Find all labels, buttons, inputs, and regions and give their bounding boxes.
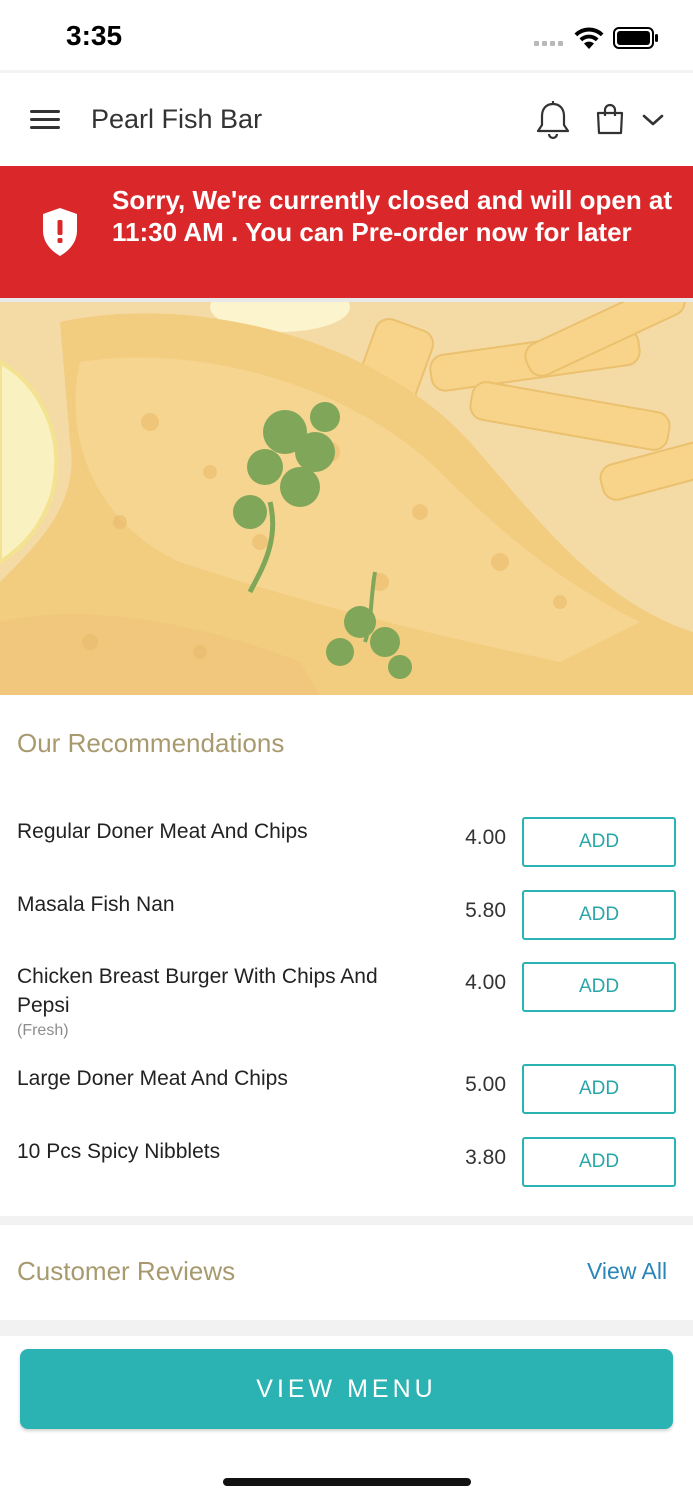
home-indicator: [223, 1478, 471, 1486]
section-title-recommendations: Our Recommendations: [17, 728, 285, 758]
status-bar: 3:35: [0, 0, 693, 70]
item-price: 5.00: [465, 1073, 506, 1096]
shopping-bag-icon[interactable]: [594, 102, 626, 136]
item-price: 4.00: [465, 971, 506, 994]
add-button[interactable]: ADD: [522, 962, 676, 1012]
add-button[interactable]: ADD: [522, 1137, 676, 1187]
add-button[interactable]: ADD: [522, 1064, 676, 1114]
section-divider: [0, 1320, 693, 1336]
shield-alert-icon: [43, 208, 77, 256]
item-name: Chicken Breast Burger With Chips And Pep…: [17, 962, 427, 1042]
view-menu-button[interactable]: VIEW MENU: [20, 1349, 673, 1429]
item-name: 10 Pcs Spicy Nibblets: [17, 1140, 221, 1163]
item-price: 5.80: [465, 899, 506, 922]
hero-food-image: [0, 302, 693, 695]
bell-icon[interactable]: [535, 100, 571, 140]
item-note: (Fresh): [17, 1022, 69, 1039]
cellular-signal-icon: [534, 41, 563, 46]
chevron-down-icon[interactable]: [640, 109, 666, 131]
view-all-reviews-link[interactable]: View All: [587, 1258, 667, 1285]
item-price: 4.00: [465, 826, 506, 849]
wifi-icon: [574, 27, 604, 49]
item-name: Large Doner Meat And Chips: [17, 1067, 288, 1090]
item-name-text: Chicken Breast Burger With Chips And Pep…: [17, 965, 378, 1017]
app-header: Pearl Fish Bar: [0, 73, 693, 166]
app-screen: 3:35 Pearl Fish Bar Sorry, We're current…: [0, 0, 693, 1500]
add-button[interactable]: ADD: [522, 890, 676, 940]
menu-icon[interactable]: [28, 106, 62, 132]
battery-icon: [613, 27, 658, 49]
banner-message: Sorry, We're currently closed and will o…: [112, 185, 673, 247]
section-divider: [0, 1216, 693, 1225]
item-name: Regular Doner Meat And Chips: [17, 820, 308, 843]
item-price: 3.80: [465, 1146, 506, 1169]
page-title: Pearl Fish Bar: [91, 104, 263, 134]
closed-banner: Sorry, We're currently closed and will o…: [0, 166, 693, 298]
item-name: Masala Fish Nan: [17, 893, 175, 916]
add-button[interactable]: ADD: [522, 817, 676, 867]
status-time: 3:35: [66, 20, 123, 51]
section-title-reviews: Customer Reviews: [17, 1256, 236, 1286]
